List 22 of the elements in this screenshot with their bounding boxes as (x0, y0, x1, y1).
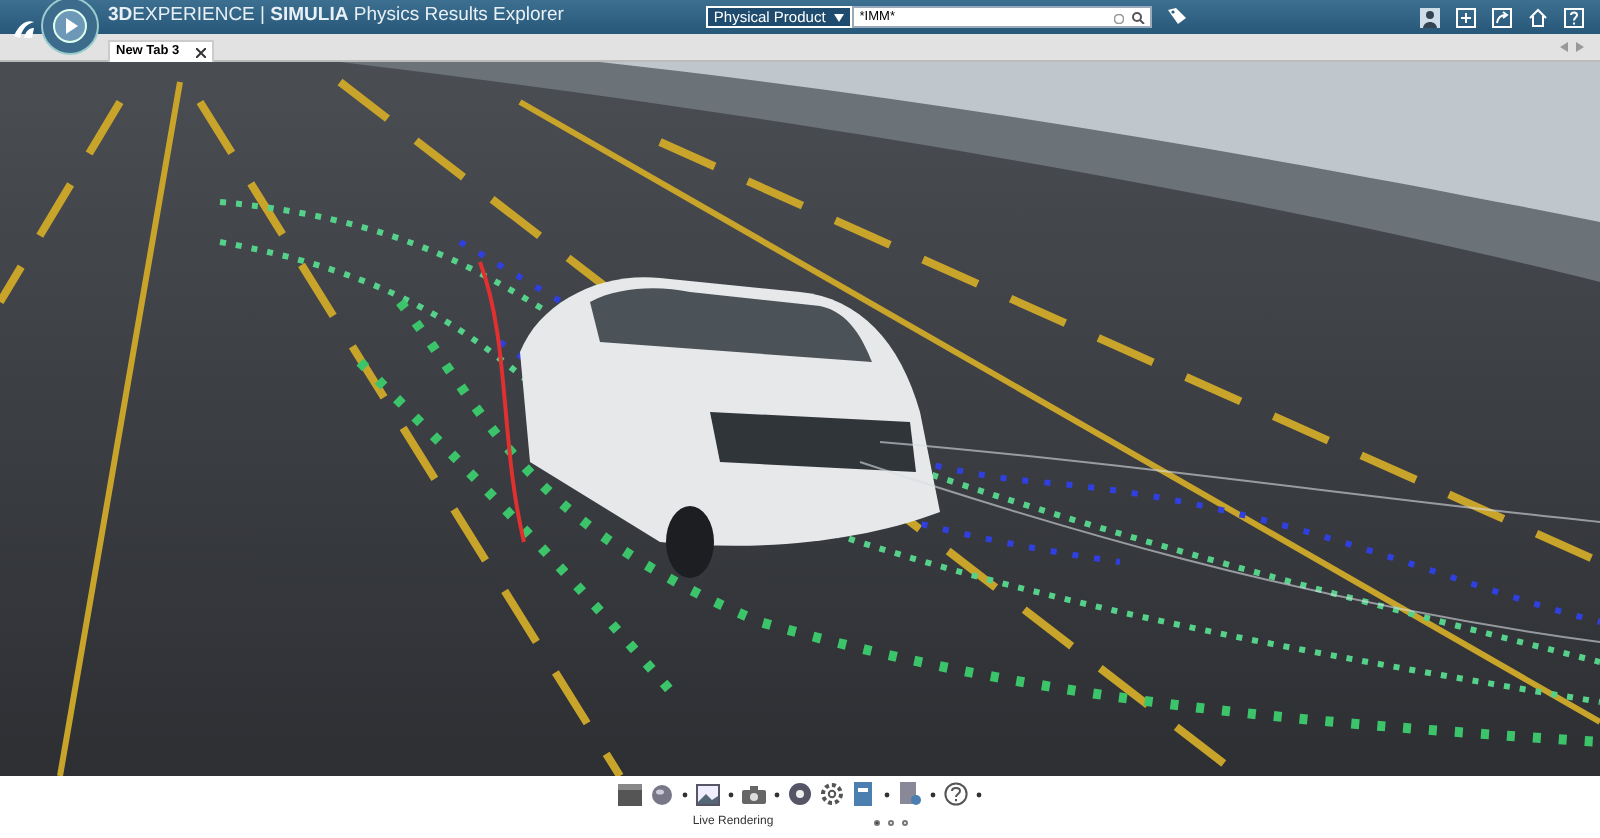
gear-icon[interactable] (820, 782, 844, 806)
page-dot[interactable] (901, 820, 908, 826)
page-dot[interactable] (873, 820, 880, 826)
clapper-icon[interactable] (618, 783, 642, 805)
clear-icon[interactable] (1113, 13, 1124, 23)
profile-icon[interactable] (1420, 7, 1440, 27)
document-icon[interactable] (852, 782, 876, 806)
add-icon[interactable] (1456, 7, 1476, 27)
page-dot[interactable] (887, 820, 894, 826)
sphere-icon[interactable] (650, 783, 674, 805)
app-title: 3DEXPERIENCE | SIMULIA Physics Results Explorer (108, 2, 564, 31)
help-icon[interactable] (944, 782, 968, 806)
tag-icon[interactable] (1167, 8, 1186, 25)
document-gear-icon[interactable] (898, 782, 922, 806)
image-icon[interactable] (696, 783, 720, 805)
close-icon[interactable] (195, 47, 206, 57)
camera-icon[interactable] (742, 783, 766, 805)
share-icon[interactable] (1492, 7, 1512, 27)
logo-icon (12, 18, 36, 41)
search-icon[interactable] (1131, 12, 1146, 24)
disc-icon[interactable] (788, 782, 812, 806)
home-icon[interactable] (1528, 7, 1548, 27)
